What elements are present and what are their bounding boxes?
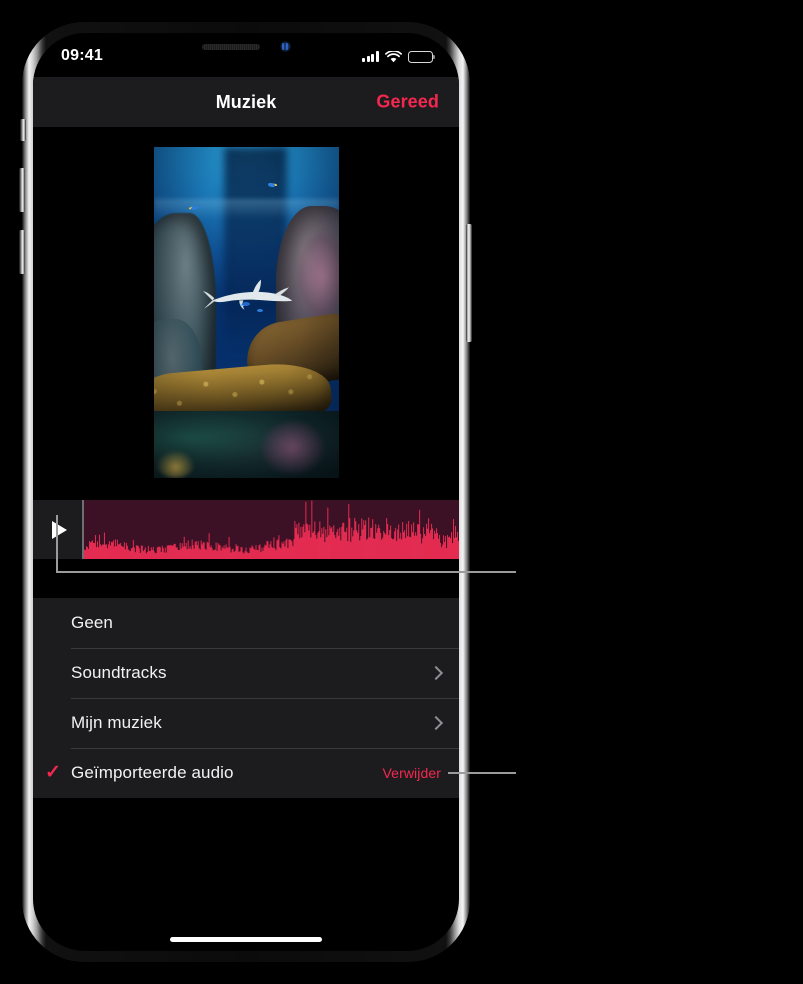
page-title: Muziek bbox=[215, 91, 277, 112]
callout-line-play-button bbox=[56, 515, 58, 573]
navigation-bar: Muziek Gereed bbox=[33, 77, 459, 127]
mute-switch-button[interactable] bbox=[20, 119, 26, 141]
remove-action-button[interactable]: Verwijder bbox=[383, 765, 441, 781]
list-row-label: Geen bbox=[71, 613, 113, 632]
list-row-label: Soundtracks bbox=[71, 663, 167, 682]
earpiece-speaker-icon bbox=[201, 43, 260, 50]
list-row-accessory bbox=[428, 665, 459, 681]
done-button[interactable]: Gereed bbox=[376, 92, 439, 113]
volume-up-button[interactable] bbox=[19, 168, 25, 212]
list-row-accessory bbox=[428, 715, 459, 731]
audio-waveform-strip bbox=[33, 500, 459, 559]
list-row-1[interactable]: Geen bbox=[33, 598, 459, 648]
checkmark-icon: ✓ bbox=[45, 762, 61, 783]
audio-waveform bbox=[84, 500, 459, 559]
list-row-4[interactable]: ✓ Geïmporteerde audio Verwijder bbox=[33, 748, 459, 798]
status-bar-time: 09:41 bbox=[61, 47, 103, 64]
music-option-list: Geen Soundtracks Mijn muziek ✓ Geïmporteerde… bbox=[33, 598, 459, 798]
chevron-right-icon bbox=[428, 665, 444, 681]
callout-line-remove-action bbox=[448, 772, 516, 774]
status-bar-icons bbox=[362, 50, 436, 63]
battery-full-icon bbox=[408, 50, 436, 63]
chevron-right-icon bbox=[428, 715, 444, 731]
cellular-bars-icon bbox=[362, 51, 379, 62]
aquarium-vignette bbox=[153, 146, 339, 478]
phone-screen: 09:41 Muziek Gereed Geen Soundtracks Mij… bbox=[33, 33, 459, 951]
list-row-label: Geïmporteerde audio bbox=[71, 763, 234, 782]
home-indicator[interactable] bbox=[170, 937, 322, 942]
side-power-button[interactable] bbox=[466, 224, 472, 342]
wifi-icon bbox=[385, 50, 402, 62]
list-row-2[interactable]: Soundtracks bbox=[33, 648, 459, 698]
screenshot-stage: 09:41 Muziek Gereed Geen Soundtracks Mij… bbox=[0, 0, 803, 984]
list-row-label: Mijn muziek bbox=[71, 713, 162, 732]
callout-line-play-button bbox=[56, 571, 516, 573]
volume-down-button[interactable] bbox=[19, 230, 25, 274]
video-thumbnail[interactable] bbox=[153, 146, 339, 478]
play-triangle-icon bbox=[52, 520, 67, 539]
video-preview-area bbox=[33, 127, 459, 497]
waveform-track[interactable] bbox=[82, 500, 459, 559]
list-row-3[interactable]: Mijn muziek bbox=[33, 698, 459, 748]
display-notch bbox=[164, 33, 328, 60]
front-camera-icon bbox=[279, 41, 291, 52]
